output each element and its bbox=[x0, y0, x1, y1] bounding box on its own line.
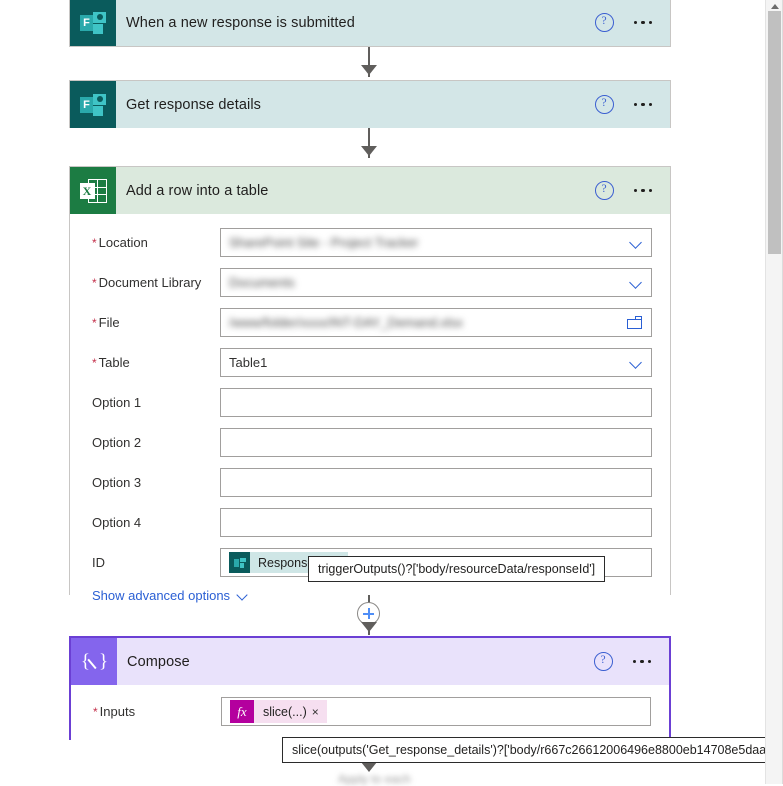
field-row-table: * Table Table1 bbox=[82, 348, 652, 377]
field-row-option-2: Option 2 bbox=[82, 428, 652, 457]
field-row-inputs: * Inputs fx slice(...) × bbox=[83, 697, 651, 726]
field-label-option-1: Option 1 bbox=[92, 395, 142, 410]
field-row-file: * File /www/folder/xxxx/INT-DAY_Demand.xl… bbox=[82, 308, 652, 337]
flow-designer-canvas: F When a new response is submitted ? F G… bbox=[0, 0, 783, 786]
required-indicator: * bbox=[92, 316, 97, 330]
option-2-input[interactable] bbox=[220, 428, 652, 457]
location-value: SharePoint Site - Project Tracker bbox=[229, 235, 419, 250]
field-label-inputs: * Inputs bbox=[93, 704, 136, 719]
tooltip-slice-expression: slice(outputs('Get_response_details')?['… bbox=[282, 737, 783, 763]
option-3-input[interactable] bbox=[220, 468, 652, 497]
option-4-input[interactable] bbox=[220, 508, 652, 537]
document-library-value: Documents bbox=[229, 275, 295, 290]
chevron-down-icon[interactable] bbox=[630, 276, 643, 289]
card-title: Get response details bbox=[126, 96, 261, 113]
scrollbar-thumb[interactable] bbox=[768, 11, 781, 254]
file-picker-input[interactable]: /www/folder/xxxx/INT-DAY_Demand.xlsx bbox=[220, 308, 652, 337]
required-indicator: * bbox=[93, 705, 98, 719]
card-title: Add a row into a table bbox=[126, 182, 269, 199]
card-header-actions: ? bbox=[593, 652, 670, 671]
field-label-option-3: Option 3 bbox=[92, 475, 142, 490]
help-icon[interactable]: ? bbox=[593, 652, 613, 671]
card-header[interactable]: X Add a row into a table ? bbox=[70, 167, 670, 214]
card-header[interactable]: {} Compose ? bbox=[71, 638, 669, 685]
card-header[interactable]: F Get response details ? bbox=[70, 81, 670, 128]
flow-step-card-add-row-into-table[interactable]: X Add a row into a table ? * Location Sha… bbox=[69, 166, 671, 619]
show-advanced-options-label: Show advanced options bbox=[92, 588, 231, 603]
field-row-option-4: Option 4 bbox=[82, 508, 652, 537]
required-indicator: * bbox=[92, 356, 97, 370]
chevron-down-icon bbox=[237, 590, 249, 602]
inputs-field[interactable]: fx slice(...) × bbox=[221, 697, 651, 726]
token-label: slice(...) bbox=[263, 704, 307, 719]
field-row-location: * Location SharePoint Site - Project Trac… bbox=[82, 228, 652, 257]
card-header-actions: ? bbox=[594, 181, 671, 200]
chevron-down-icon[interactable] bbox=[630, 236, 643, 249]
connector-arrow bbox=[361, 65, 377, 75]
compose-icon: {} bbox=[71, 638, 117, 685]
more-options-icon[interactable] bbox=[633, 20, 652, 25]
required-indicator: * bbox=[92, 236, 97, 250]
option-1-input[interactable] bbox=[220, 388, 652, 417]
tooltip-response-id-expression: triggerOutputs()?['body/resourceData/res… bbox=[308, 556, 606, 582]
more-options-icon[interactable] bbox=[633, 188, 652, 193]
location-dropdown[interactable]: SharePoint Site - Project Tracker bbox=[220, 228, 652, 257]
field-label-option-2: Option 2 bbox=[92, 435, 142, 450]
excel-icon: X bbox=[70, 167, 116, 214]
connector-arrow bbox=[361, 146, 377, 156]
field-label-location: * Location bbox=[92, 235, 148, 250]
more-options-icon[interactable] bbox=[632, 659, 651, 664]
field-row-document-library: * Document Library Documents bbox=[82, 268, 652, 297]
card-title: Compose bbox=[127, 653, 190, 670]
help-icon[interactable]: ? bbox=[594, 13, 614, 32]
scroll-up-arrow-icon[interactable] bbox=[766, 0, 783, 10]
field-label-id: ID bbox=[92, 555, 105, 570]
field-row-option-1: Option 1 bbox=[82, 388, 652, 417]
field-label-file: * File bbox=[92, 315, 120, 330]
forms-icon: F bbox=[70, 81, 116, 128]
flow-step-card-get-response-details[interactable]: F Get response details ? bbox=[69, 80, 671, 128]
field-label-table: * Table bbox=[92, 355, 130, 370]
field-row-option-3: Option 3 bbox=[82, 468, 652, 497]
card-title: When a new response is submitted bbox=[126, 14, 355, 31]
file-value: /www/folder/xxxx/INT-DAY_Demand.xlsx bbox=[229, 315, 463, 330]
vertical-scrollbar[interactable] bbox=[765, 0, 783, 784]
flow-step-card-trigger[interactable]: F When a new response is submitted ? bbox=[69, 0, 671, 47]
slice-expression-token[interactable]: fx slice(...) × bbox=[230, 700, 327, 723]
card-header-actions: ? bbox=[594, 13, 671, 32]
connector-arrow bbox=[361, 622, 377, 632]
card-header[interactable]: F When a new response is submitted ? bbox=[70, 0, 670, 46]
connector-arrow bbox=[361, 762, 377, 772]
card-header-actions: ? bbox=[594, 95, 671, 114]
field-label-document-library: * Document Library bbox=[92, 275, 202, 290]
show-advanced-options-link[interactable]: Show advanced options bbox=[82, 588, 249, 603]
help-icon[interactable]: ? bbox=[594, 95, 614, 114]
document-library-dropdown[interactable]: Documents bbox=[220, 268, 652, 297]
field-label-option-4: Option 4 bbox=[92, 515, 142, 530]
chevron-down-icon[interactable] bbox=[630, 356, 643, 369]
more-options-icon[interactable] bbox=[633, 102, 652, 107]
remove-token-icon[interactable]: × bbox=[312, 705, 327, 719]
fx-icon: fx bbox=[230, 700, 254, 723]
table-value: Table1 bbox=[229, 355, 268, 370]
help-icon[interactable]: ? bbox=[594, 181, 614, 200]
folder-icon[interactable] bbox=[627, 316, 643, 329]
required-indicator: * bbox=[92, 276, 97, 290]
flow-step-card-compose[interactable]: {} Compose ? * Inputs fx slice(...) × bbox=[69, 636, 671, 747]
forms-token-icon bbox=[229, 552, 250, 573]
table-dropdown[interactable]: Table1 bbox=[220, 348, 652, 377]
forms-icon: F bbox=[70, 0, 116, 46]
tooltip-text: triggerOutputs()?['body/resourceData/res… bbox=[318, 562, 596, 576]
tooltip-text: slice(outputs('Get_response_details')?['… bbox=[292, 743, 783, 757]
